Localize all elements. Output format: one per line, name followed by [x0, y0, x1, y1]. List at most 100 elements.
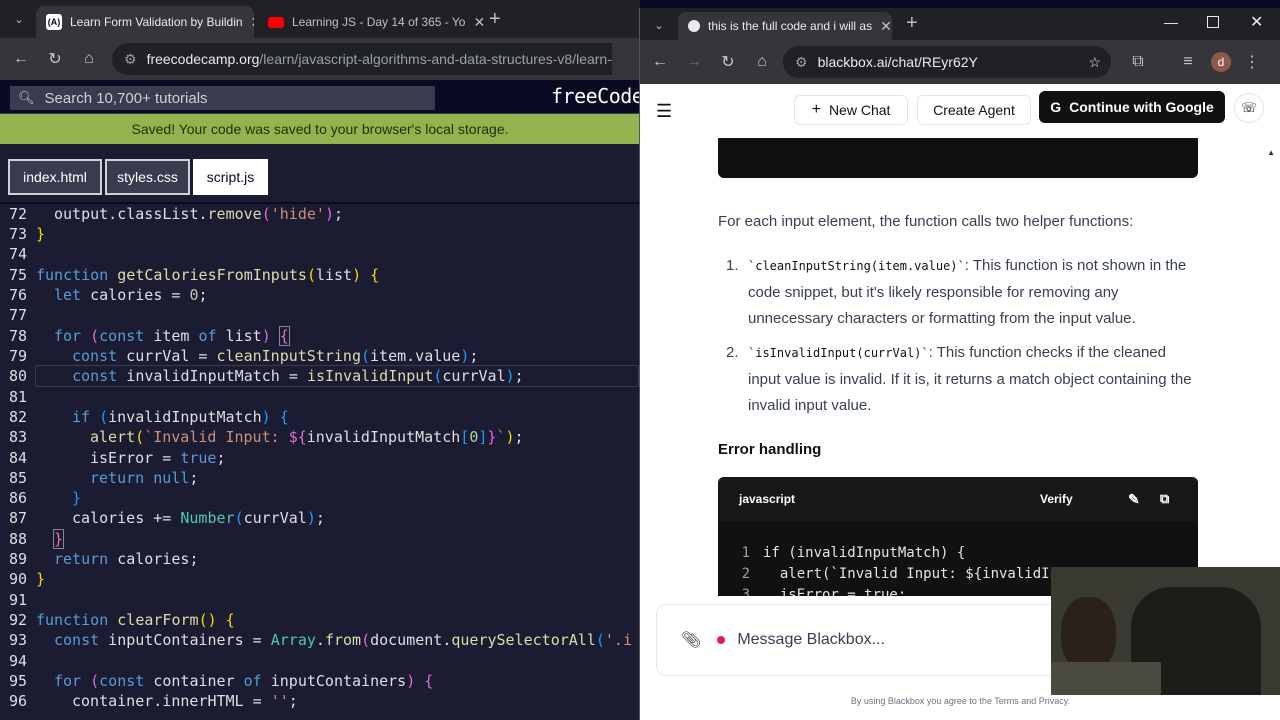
tab-blackbox[interactable]: this is the full code and i will as ✕ — [678, 12, 892, 40]
line-number: 86 — [8, 489, 27, 507]
code-line-number: 2 — [741, 566, 750, 582]
code-line-text: if (invalidInputMatch) { — [763, 545, 966, 561]
address-bar[interactable]: ⚙ blackbox.ai/chat/REyr62Y ☆ — [783, 46, 1111, 78]
home-icon[interactable]: ⌂ — [72, 42, 106, 76]
google-icon: G — [1050, 99, 1062, 115]
close-tab-icon[interactable]: ✕ — [872, 18, 892, 35]
file-tab-index-html[interactable]: index.html — [8, 159, 102, 195]
new-chat-label: New Chat — [828, 102, 891, 118]
copy-icon[interactable]: ⧉ — [1160, 491, 1169, 507]
plus-icon: + — [811, 101, 821, 118]
code-line: 2 alert(`Invalid Input: ${invalidInp — [718, 564, 1067, 585]
code-line: 1 if (invalidInputMatch) { — [718, 543, 966, 564]
right-tab-bar: ⌄ this is the full code and i will as ✕ … — [640, 8, 1280, 40]
line-number: 93 — [8, 631, 27, 649]
code-language-label: javascript — [739, 492, 796, 506]
extensions-icon[interactable]: ⧉ — [1121, 45, 1155, 79]
line-number: 79 — [8, 347, 27, 365]
new-tab-icon[interactable]: + — [489, 8, 501, 31]
line-number: 74 — [8, 245, 27, 263]
home-icon[interactable]: ⌂ — [745, 45, 779, 79]
line-number: 84 — [8, 449, 27, 467]
attach-paperclip-icon[interactable]: 📎︎ — [681, 630, 701, 650]
continue-with-google-button[interactable]: G Continue with Google — [1039, 91, 1225, 123]
intro-text: For each input element, the function cal… — [718, 213, 1134, 230]
line-number: 96 — [8, 692, 27, 710]
reload-icon[interactable]: ↻ — [711, 45, 745, 79]
line-number: 78 — [8, 327, 27, 345]
search-icon: 🔍︎ — [18, 90, 35, 105]
back-icon[interactable]: ← — [4, 42, 38, 76]
tab-fcc[interactable]: (A) Learn Form Validation by Buildin ✕ — [36, 6, 254, 38]
line-number: 85 — [8, 469, 27, 487]
webcam-overlay — [1051, 567, 1280, 695]
file-tabs: index.html styles.css script.js — [0, 144, 640, 202]
menu-kebab-icon[interactable]: ⋮ — [1235, 45, 1269, 79]
address-bar[interactable]: ⚙ freecodecamp.org/learn/javascript-algo… — [112, 43, 612, 75]
hamburger-menu-icon[interactable]: ☰ — [656, 101, 672, 122]
code-editor[interactable]: 72 output.classList.remove('hide'); 73} 7… — [0, 204, 640, 720]
close-tab-icon[interactable]: ✕ — [465, 14, 484, 31]
file-tab-styles-css[interactable]: styles.css — [105, 159, 190, 195]
profile-avatar[interactable]: d — [1211, 52, 1231, 72]
phone-icon[interactable]: ☏ — [1234, 93, 1264, 123]
search-input[interactable]: 🔍︎ Search 10,700+ tutorials — [10, 86, 435, 110]
tab-title: Learning JS - Day 14 of 365 - Yo — [292, 15, 466, 29]
line-number: 89 — [8, 550, 27, 568]
list-number: 1. — [726, 257, 739, 274]
url-host: freecodecamp.org — [146, 51, 260, 67]
person-head-shape — [1061, 597, 1116, 672]
new-tab-icon[interactable]: + — [906, 12, 918, 35]
tab-search-icon[interactable]: ⌄ — [2, 2, 36, 36]
inline-code: `isInvalidInput(currVal)` — [748, 346, 929, 360]
url-path: /learn/javascript-algorithms-and-data-st… — [259, 51, 612, 67]
code-line-text: alert(`Invalid Input: ${invalidInp — [763, 566, 1067, 582]
blackbox-favicon-icon — [688, 20, 700, 32]
scroll-up-arrow-icon[interactable]: ▲ — [1267, 148, 1275, 157]
tab-search-icon[interactable]: ⌄ — [642, 8, 676, 42]
maximize-icon[interactable] — [1207, 16, 1219, 28]
line-number: 80 — [8, 367, 27, 385]
minimize-icon[interactable]: — — [1164, 14, 1178, 30]
create-agent-button[interactable]: Create Agent — [917, 95, 1031, 125]
line-number: 75 — [8, 266, 27, 284]
media-icon[interactable]: ≡ — [1171, 45, 1205, 79]
line-number: 73 — [8, 225, 27, 243]
fcc-logo[interactable]: freeCode — [551, 84, 640, 108]
close-window-icon[interactable]: ✕ — [1250, 12, 1263, 32]
tab-title: this is the full code and i will as — [708, 19, 873, 33]
line-number: 94 — [8, 652, 27, 670]
line-number: 95 — [8, 672, 27, 690]
line-number: 91 — [8, 591, 27, 609]
edit-pencil-icon[interactable]: ✎ — [1128, 491, 1140, 508]
forward-icon[interactable]: → — [677, 45, 711, 79]
back-icon[interactable]: ← — [643, 45, 677, 79]
bookmark-star-icon[interactable]: ☆ — [1088, 54, 1101, 71]
file-tab-script-js[interactable]: script.js — [193, 159, 268, 195]
tab-title: Learn Form Validation by Buildin — [70, 15, 243, 29]
url-text: blackbox.ai/chat/REyr62Y — [817, 54, 978, 70]
tab-youtube[interactable]: Learning JS - Day 14 of 365 - Yo ✕ — [258, 6, 484, 38]
line-number: 83 — [8, 428, 27, 446]
site-info-icon[interactable]: ⚙ — [795, 54, 808, 71]
section-heading: Error handling — [718, 441, 822, 458]
new-chat-button[interactable]: + New Chat — [794, 95, 908, 125]
left-nav-bar: ← ↻ ⌂ ⚙ freecodecamp.org/learn/javascrip… — [0, 38, 640, 80]
line-number: 81 — [8, 388, 27, 406]
terms-text: By using Blackbox you agree to the Terms… — [850, 696, 1071, 706]
left-tab-bar: ⌄ (A) Learn Form Validation by Buildin ✕… — [0, 0, 640, 38]
message-placeholder: Message Blackbox... — [737, 631, 885, 648]
person-body-shape — [1051, 662, 1161, 695]
site-info-icon[interactable]: ⚙ — [124, 51, 137, 68]
close-tab-icon[interactable]: ✕ — [243, 14, 254, 31]
line-number: 92 — [8, 611, 27, 629]
line-number: 88 — [8, 530, 27, 548]
saved-banner: Saved! Your code was saved to your brows… — [0, 114, 640, 144]
verify-button[interactable]: Verify — [1040, 492, 1073, 506]
inline-code: `cleanInputString(item.value)` — [748, 259, 965, 273]
line-number: 72 — [8, 205, 27, 223]
right-nav-bar: ← → ↻ ⌂ ⚙ blackbox.ai/chat/REyr62Y ☆ ⧉ ≡… — [640, 40, 1280, 84]
reload-icon[interactable]: ↻ — [38, 42, 72, 76]
fcc-header: 🔍︎ Search 10,700+ tutorials freeCode — [0, 80, 640, 114]
code-line-number: 1 — [741, 545, 750, 561]
